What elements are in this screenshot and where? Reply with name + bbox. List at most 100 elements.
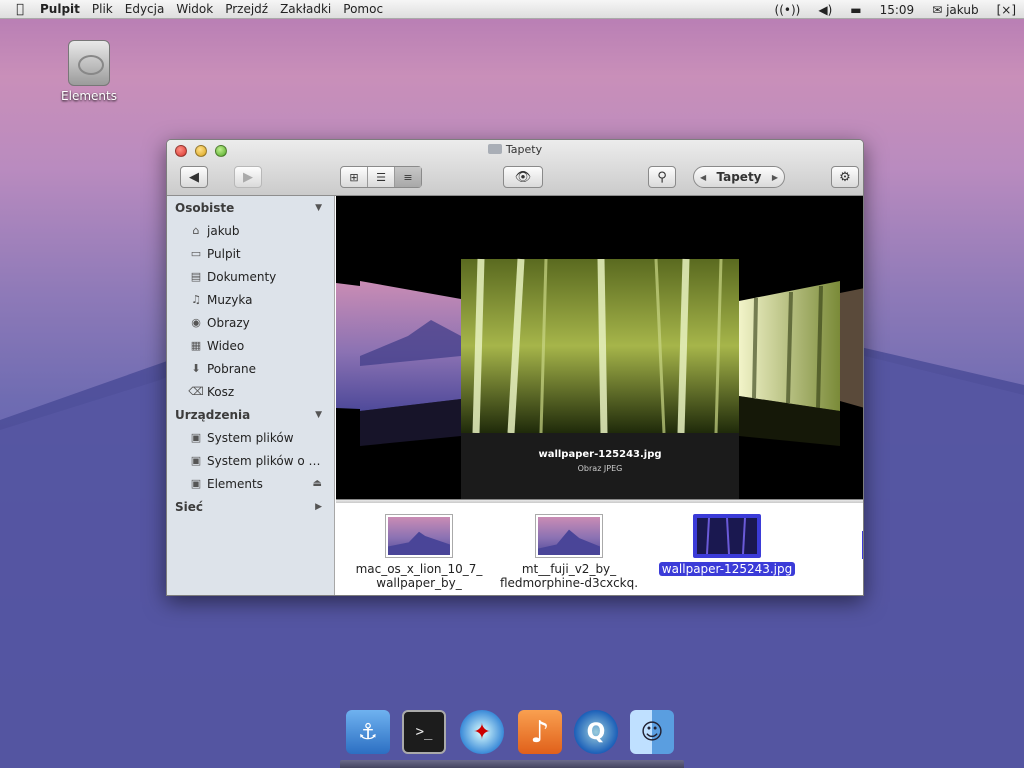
menu-view[interactable]: Widok: [176, 2, 213, 16]
sidebar-item-label: System plików: [207, 430, 294, 445]
quick-look-button[interactable]: 👁: [503, 166, 543, 188]
disclosure-triangle-icon[interactable]: ▼: [315, 410, 322, 420]
section-title: Urządzenia: [175, 407, 251, 422]
action-button[interactable]: ⚙: [831, 166, 859, 188]
view-icons-button[interactable]: ⊞: [341, 167, 368, 187]
hard-drive-icon: [68, 40, 110, 86]
sidebar-item-label: Elements: [207, 476, 263, 491]
desktop-icon: ▭: [190, 247, 202, 260]
sidebar-item-label: Kosz: [207, 384, 235, 399]
session-icon[interactable]: [×]: [997, 3, 1016, 17]
finder-icon[interactable]: ☺: [630, 710, 674, 754]
search-icon: ⚲: [657, 169, 667, 185]
sidebar-item-label: Muzyka: [207, 292, 253, 307]
file-thumbnail: [385, 514, 453, 558]
disclosure-triangle-icon[interactable]: ▼: [315, 203, 322, 213]
sidebar-item-filesystem[interactable]: ▣ System plików: [167, 426, 334, 449]
file-item[interactable]: mt__fuji_v2_by_ fledmorphine-d3cxckq.: [494, 514, 644, 590]
file-item[interactable]: mac_os_x_lion_10_7_ wallpaper_by_: [344, 514, 494, 590]
home-icon: ⌂: [192, 224, 200, 237]
path-popup-label: Tapety: [716, 170, 762, 184]
sidebar-item-filesystem-ro[interactable]: ▣ System plików o ro...: [167, 449, 334, 472]
file-name: wallpaper-125243.jpg: [658, 562, 796, 576]
cover-flow-filename: wallpaper-125243.jpg: [538, 449, 662, 460]
apple-menu-icon[interactable]: : [0, 2, 40, 17]
cover-flow-view[interactable]: wallpaper-125243.jpg Obraz JPEG: [336, 196, 864, 499]
sidebar-item-label: jakub: [207, 223, 240, 238]
sidebar-item-obrazy[interactable]: ◉ Obrazy: [167, 311, 334, 334]
app-name-menu[interactable]: Pulpit: [40, 2, 80, 16]
sidebar-section-personal[interactable]: Osobiste ▼: [167, 196, 334, 219]
sidebar-item-label: Pobrane: [207, 361, 257, 376]
sidebar-item-pobrane[interactable]: ⬇ Pobrane: [167, 357, 334, 380]
menu-bar:  Pulpit Plik Edycja Widok Przejdź Zakła…: [0, 0, 1024, 19]
user-menu[interactable]: ✉ jakub: [932, 3, 978, 17]
quicktime-icon[interactable]: Q: [574, 710, 618, 754]
sidebar-item-label: Pulpit: [207, 246, 241, 261]
user-icon: ✉: [932, 2, 947, 17]
messages-icon[interactable]: ▬: [850, 3, 861, 17]
sidebar-item-label: System plików o ro...: [207, 453, 325, 468]
music-icon: ♫: [191, 293, 201, 306]
menu-edit[interactable]: Edycja: [125, 2, 165, 16]
sidebar-item-pulpit[interactable]: ▭ Pulpit: [167, 242, 334, 265]
file-item-partial[interactable]: [862, 531, 863, 559]
back-button[interactable]: ◀: [180, 166, 208, 188]
drive-icon: ▣: [190, 454, 202, 467]
film-icon: ▦: [190, 339, 202, 352]
sidebar-item-elements[interactable]: ▣ Elements ⏏: [167, 472, 334, 495]
finder-window: Tapety ◀ ▶ ⊞ ☰ ≡ 👁 ⚲ ◀ Tapety ▶ ⚙ Osobis…: [166, 139, 864, 596]
sidebar-section-devices[interactable]: Urządzenia ▼: [167, 403, 334, 426]
menu-go[interactable]: Przejdź: [225, 2, 268, 16]
file-thumbnail: [693, 514, 761, 558]
clock[interactable]: 15:09: [880, 3, 915, 17]
file-icon-list: mac_os_x_lion_10_7_ wallpaper_by_ mt__fu…: [336, 503, 863, 595]
file-item-selected[interactable]: wallpaper-125243.jpg: [652, 514, 802, 576]
arrow-left-icon: ◀: [189, 169, 199, 185]
path-popup-button[interactable]: ◀ Tapety ▶: [693, 166, 785, 188]
wireless-icon[interactable]: ((•)): [775, 3, 801, 17]
download-icon: ⬇: [191, 362, 201, 375]
terminal-icon[interactable]: >_: [402, 710, 446, 754]
window-title: Tapety: [167, 143, 863, 156]
desktop-drive-elements[interactable]: Elements: [58, 40, 120, 103]
sidebar-item-label: Wideo: [207, 338, 245, 353]
chevron-left-icon: ◀: [700, 172, 707, 182]
sidebar-item-muzyka[interactable]: ♫ Muzyka: [167, 288, 334, 311]
eject-icon[interactable]: ⏏: [313, 478, 322, 489]
user-name: jakub: [946, 2, 979, 17]
sidebar-item-dokumenty[interactable]: ▤ Dokumenty: [167, 265, 334, 288]
cover-far-left[interactable]: [336, 283, 360, 409]
section-title: Osobiste: [175, 200, 235, 215]
menu-help[interactable]: Pomoc: [343, 2, 383, 16]
music-app-icon[interactable]: ♪: [518, 710, 562, 754]
file-name: mt__fuji_v2_by_ fledmorphine-d3cxckq.: [499, 562, 639, 590]
disclosure-triangle-icon[interactable]: ▶: [315, 502, 322, 512]
view-coverflow-button[interactable]: ≡: [395, 167, 421, 187]
menu-file[interactable]: Plik: [92, 2, 113, 16]
forward-button[interactable]: ▶: [234, 166, 262, 188]
view-list-button[interactable]: ☰: [368, 167, 395, 187]
folder-icon: [487, 144, 502, 154]
cover-flow-filetype: Obraz JPEG: [577, 464, 623, 473]
cover-far-right[interactable]: [840, 288, 864, 408]
sidebar-item-kosz[interactable]: ⌫ Kosz: [167, 380, 334, 403]
chevron-right-icon: ▶: [771, 172, 778, 182]
search-button[interactable]: ⚲: [648, 166, 676, 188]
volume-icon[interactable]: ◀): [818, 3, 832, 17]
menu-bookmarks[interactable]: Zakładki: [280, 2, 331, 16]
documents-icon: ▤: [190, 270, 202, 283]
sidebar-section-network[interactable]: Sieć ▶: [167, 495, 334, 518]
drive-icon: ▣: [190, 477, 202, 490]
anchor-app-icon[interactable]: ⚓: [346, 710, 390, 754]
safari-icon[interactable]: ✦: [460, 710, 504, 754]
drive-icon: ▣: [190, 431, 202, 444]
sidebar-item-wideo[interactable]: ▦ Wideo: [167, 334, 334, 357]
gear-icon: ⚙: [839, 169, 851, 185]
sidebar-item-label: Obrazy: [207, 315, 250, 330]
file-name: mac_os_x_lion_10_7_ wallpaper_by_: [355, 562, 483, 590]
file-thumbnail: [535, 514, 603, 558]
section-title: Sieć: [175, 499, 204, 514]
view-mode-group: ⊞ ☰ ≡: [340, 166, 422, 188]
sidebar-item-jakub[interactable]: ⌂ jakub: [167, 219, 334, 242]
